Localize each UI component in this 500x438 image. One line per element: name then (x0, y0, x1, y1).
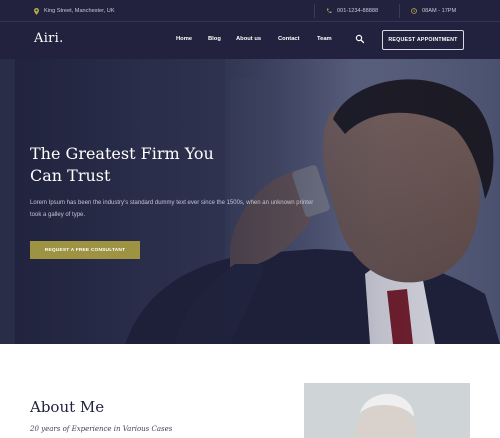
nav-home[interactable]: Home (176, 36, 192, 42)
phone-icon (326, 8, 332, 14)
phone-item[interactable]: 001-1234-88888 (326, 6, 378, 16)
about-subheading: 20 years of Experience in Various Cases (30, 425, 173, 433)
hours-item: 08AM - 17PM (411, 6, 456, 16)
search-icon[interactable] (355, 34, 365, 44)
hero-left-edge (0, 59, 15, 344)
hours-text: 08AM - 17PM (422, 8, 457, 14)
about-heading: About Me (30, 398, 105, 416)
hero-description: Lorem Ipsum has been the industry's stan… (30, 200, 314, 218)
address-text: King Street, Manchester, UK (44, 8, 115, 14)
address-item: King Street, Manchester, UK (34, 6, 115, 16)
about-portrait-photo (304, 383, 470, 438)
request-free-consultant-button[interactable]: REQUEST A FREE CONSULTANT (30, 241, 140, 259)
phone-text: 001-1234-88888 (337, 8, 379, 14)
clock-icon (411, 8, 417, 14)
portrait-image (304, 383, 470, 438)
request-appointment-button[interactable]: REQUEST APPOINTMENT (382, 30, 464, 50)
hero-heading: The Greatest Firm You Can Trust (30, 144, 214, 185)
hero-section: The Greatest Firm You Can Trust Lorem Ip… (15, 59, 500, 344)
site-logo[interactable]: Airi. (34, 31, 64, 46)
top-info-bar: King Street, Manchester, UK 001-1234-888… (0, 0, 500, 22)
nav-contact[interactable]: Contact (278, 36, 300, 42)
topbar-divider (399, 4, 400, 18)
nav-about-us[interactable]: About us (236, 36, 261, 42)
nav-team[interactable]: Team (317, 36, 332, 42)
location-pin-icon (34, 7, 39, 15)
nav-blog[interactable]: Blog (208, 36, 221, 42)
topbar-divider (314, 4, 315, 18)
main-header: Airi. Home Blog About us Contact Team RE… (0, 22, 500, 59)
